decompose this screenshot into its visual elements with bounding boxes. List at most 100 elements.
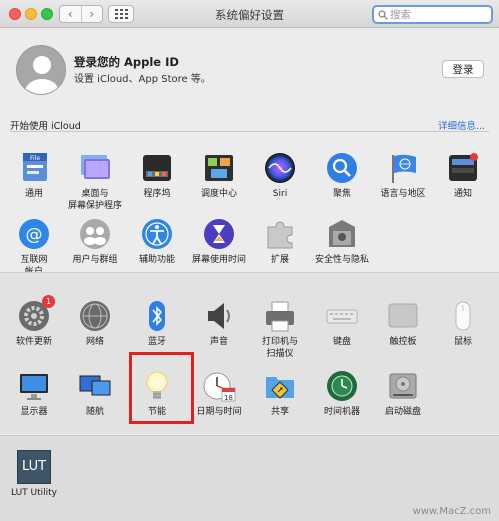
lut-utility-icon: LUT: [17, 450, 51, 484]
pane-language[interactable]: 语言与地区: [372, 151, 434, 200]
lut-icon-text: LUT: [21, 459, 47, 474]
display-icon: [17, 369, 51, 403]
accessibility-icon: [140, 217, 174, 251]
search-field[interactable]: [372, 5, 493, 24]
pane-label: 安全性与隐私: [314, 255, 369, 265]
desktop-icon: [78, 151, 112, 185]
pane-sidecar[interactable]: 随航: [64, 369, 126, 418]
dock-icon: [140, 151, 174, 185]
login-button[interactable]: 登录: [442, 60, 484, 78]
pane-startup-disk[interactable]: 启动磁盘: [372, 369, 434, 418]
user-silhouette-icon: [25, 56, 59, 94]
pane-display[interactable]: 显示器: [3, 369, 65, 418]
screen-time-icon: [202, 217, 236, 251]
pane-label: 日期与时间: [196, 407, 242, 417]
pane-time-machine[interactable]: 时间机器: [311, 369, 373, 418]
keyboard-icon: [325, 299, 359, 333]
pane-label: 共享: [270, 407, 289, 417]
pane-sharing[interactable]: 共享: [249, 369, 311, 418]
pane-users[interactable]: 用户与群组: [64, 217, 126, 266]
avatar[interactable]: [16, 45, 66, 95]
time-machine-icon: [325, 369, 359, 403]
pane-mouse[interactable]: 鼠标: [432, 299, 494, 348]
pane-extensions[interactable]: 扩展: [249, 217, 311, 266]
calendar-day: 18: [224, 394, 233, 402]
search-input[interactable]: [390, 8, 488, 22]
personal-prefs-section: File 通用 桌面与 屏幕保护程序 程序坞 调度中心 Siri 聚焦 语言与地…: [0, 137, 499, 277]
spotlight-icon: [325, 151, 359, 185]
pane-screen-time[interactable]: 屏幕使用时间: [188, 217, 250, 266]
apple-id-subtitle: 设置 iCloud、App Store 等。: [74, 74, 211, 85]
printer-icon: [263, 299, 297, 333]
general-icon: File: [17, 151, 51, 185]
divider: [10, 131, 489, 132]
update-count-badge: 1: [42, 295, 55, 308]
mouse-icon: [446, 299, 480, 333]
pane-dock[interactable]: 程序坞: [126, 151, 188, 200]
pane-label: 用户与群组: [72, 255, 118, 265]
pane-keyboard[interactable]: 键盘: [311, 299, 373, 348]
pane-security[interactable]: 安全性与隐私: [311, 217, 373, 266]
bluetooth-icon: [140, 299, 174, 333]
pane-label: 程序坞: [143, 189, 171, 199]
pane-label: Siri: [272, 189, 288, 199]
pane-label: 蓝牙: [147, 337, 166, 347]
network-icon: [78, 299, 112, 333]
pane-label: 显示器: [20, 407, 48, 417]
third-party-prefs-section: LUT LUT Utility www.MacZ.com: [0, 435, 499, 521]
pane-internet-accounts[interactable]: @ 互联网 帐户: [3, 217, 65, 278]
hardware-prefs-section: 1 软件更新 网络 蓝牙 声音 打印机与 扫描仪 键盘 触控板 鼠标 显示器 随…: [0, 272, 499, 434]
pane-sound[interactable]: 声音: [188, 299, 250, 348]
details-link[interactable]: 详细信息...: [438, 118, 485, 132]
pane-label: 键盘: [332, 337, 351, 347]
pane-trackpad[interactable]: 触控板: [372, 299, 434, 348]
users-icon: [78, 217, 112, 251]
pane-label: 扩展: [270, 255, 289, 265]
pane-label: 声音: [209, 337, 228, 347]
notifications-icon: [446, 151, 480, 185]
search-icon: [378, 10, 388, 20]
internet-accounts-icon: @: [17, 217, 51, 251]
extensions-icon: [263, 217, 297, 251]
watermark: www.MacZ.com: [412, 506, 491, 517]
pane-label: 聚焦: [332, 189, 351, 199]
pane-mission-control[interactable]: 调度中心: [188, 151, 250, 200]
pane-label: LUT Utility: [11, 488, 57, 498]
date-time-icon: 18: [202, 369, 236, 403]
siri-icon: [263, 151, 297, 185]
pane-label: 触控板: [389, 337, 417, 347]
pane-siri[interactable]: Siri: [249, 151, 311, 200]
apple-id-title: 登录您的 Apple ID: [74, 55, 179, 69]
pane-software-update[interactable]: 1 软件更新: [3, 295, 65, 348]
apple-id-section: 登录您的 Apple ID 设置 iCloud、App Store 等。 登录 …: [0, 29, 499, 137]
pane-desktop[interactable]: 桌面与 屏幕保护程序: [64, 151, 126, 212]
sharing-icon: [263, 369, 297, 403]
svg-text:@: @: [26, 225, 43, 245]
language-icon: [386, 151, 420, 185]
pane-network[interactable]: 网络: [64, 299, 126, 348]
pane-spotlight[interactable]: 聚焦: [311, 151, 373, 200]
pane-label: 通用: [24, 189, 43, 199]
svg-text:File: File: [30, 155, 40, 162]
pane-lut-utility[interactable]: LUT LUT Utility: [3, 450, 65, 499]
sidecar-icon: [78, 369, 112, 403]
pane-label: 网络: [85, 337, 104, 347]
pane-label: 时间机器: [323, 407, 360, 417]
startup-disk-icon: [386, 369, 420, 403]
pane-accessibility[interactable]: 辅助功能: [126, 217, 188, 266]
pane-printer[interactable]: 打印机与 扫描仪: [249, 299, 311, 360]
trackpad-icon: [386, 299, 420, 333]
pane-label: 辅助功能: [138, 255, 175, 265]
pane-bluetooth[interactable]: 蓝牙: [126, 299, 188, 348]
pane-notifications[interactable]: 通知: [432, 151, 494, 200]
pane-label: 语言与地区: [380, 189, 426, 199]
pane-label: 随航: [85, 407, 104, 417]
sound-icon: [202, 299, 236, 333]
pane-date-time[interactable]: 18 日期与时间: [188, 369, 250, 418]
software-update-icon: 1: [17, 295, 55, 333]
pane-label: 桌面与 屏幕保护程序: [67, 189, 122, 211]
pane-label: 屏幕使用时间: [191, 255, 246, 265]
pane-general[interactable]: File 通用: [3, 151, 65, 200]
mission-control-icon: [202, 151, 236, 185]
pane-label: 鼠标: [453, 337, 472, 347]
